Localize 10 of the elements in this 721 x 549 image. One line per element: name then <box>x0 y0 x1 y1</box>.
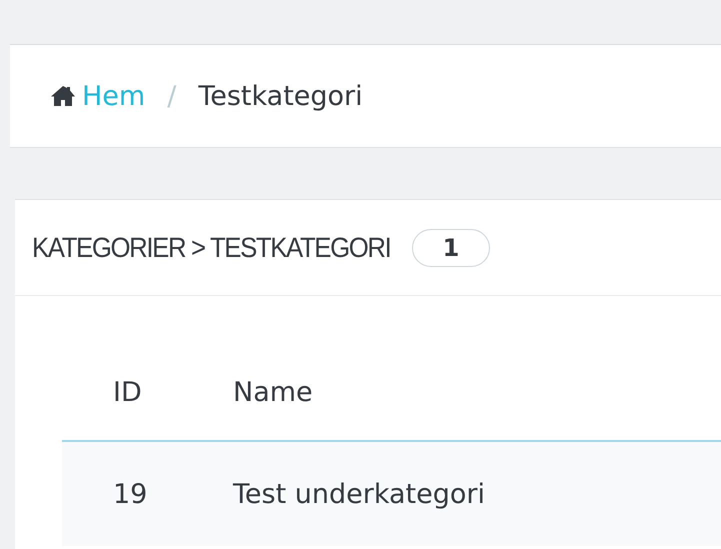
panel-title: KATEGORIER > TESTKATEGORI <box>32 232 390 264</box>
home-icon <box>50 85 76 107</box>
count-badge: 1 <box>412 228 490 266</box>
table-cell: Test underkategori <box>233 478 485 510</box>
breadcrumb-current: Testkategori <box>198 80 363 112</box>
column-header: Name <box>233 376 313 408</box>
home-link[interactable]: Hem <box>50 80 146 112</box>
table-cell: 19 <box>113 478 148 510</box>
column-header: ID <box>113 376 142 408</box>
breadcrumb-separator: / <box>167 80 176 112</box>
